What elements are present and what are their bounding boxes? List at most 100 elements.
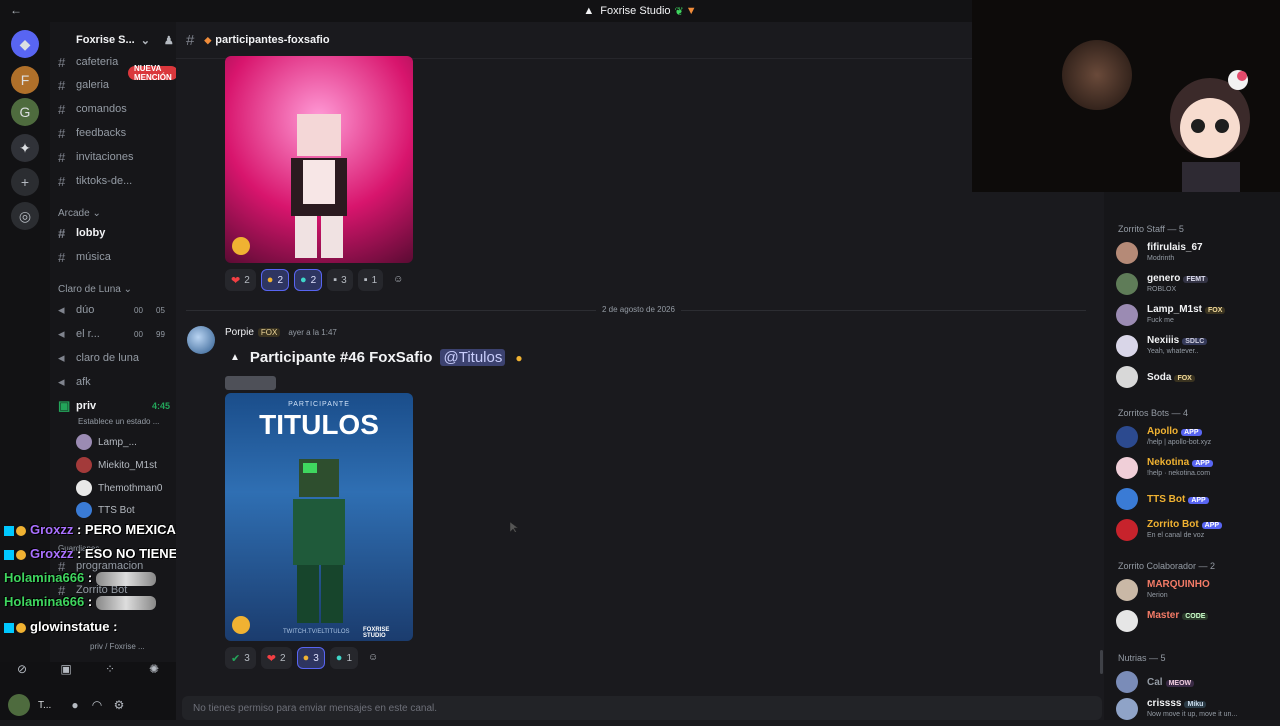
channel-tiktoks[interactable]: # tiktoks-de... — [58, 171, 176, 191]
voice-channel-duo[interactable]: ◂ dúo 00 05 — [58, 300, 176, 320]
member-item[interactable]: Zorrito Bot APP En el canal de voz — [1116, 517, 1280, 547]
chat-user: glowinstatue — [30, 619, 110, 634]
chat-line: Holamina666 : — [4, 594, 156, 610]
server-avatar-green[interactable]: G — [11, 98, 39, 126]
voice-limit: 05 — [156, 305, 165, 315]
user-panel: ⊘ ▣ ⁘ ✺ T... ● ◠ ⚙ — [0, 662, 176, 720]
member-group-title: Zorrito Colaborador — 2 — [1118, 561, 1216, 571]
screen-share-icon[interactable]: ▣ — [55, 660, 77, 678]
spoiler-block[interactable] — [225, 376, 276, 390]
reaction[interactable]: ✔ 3 — [225, 647, 256, 669]
member-tag: APP — [1192, 460, 1213, 467]
badge-icon — [4, 525, 14, 536]
back-arrow-icon[interactable]: ← — [10, 3, 22, 17]
home-icon[interactable]: ◆ — [11, 30, 39, 58]
reaction[interactable]: ▪ 3 — [327, 269, 353, 291]
hash-icon: # — [58, 173, 66, 189]
reaction[interactable]: ● 1 — [329, 647, 358, 669]
author-name[interactable]: Porpie — [225, 327, 254, 338]
reaction[interactable]: ▪ 1 — [357, 269, 384, 291]
member-item[interactable]: Master CODE — [1116, 608, 1280, 638]
member-item[interactable]: fifirulais_67 Modrinth — [1116, 240, 1280, 270]
reaction[interactable]: ● 2 — [260, 269, 289, 291]
avatar — [1116, 671, 1138, 693]
minecraft-character-render — [232, 459, 345, 634]
member-item[interactable]: crissss Miku Now move it up, move it un... — [1116, 696, 1280, 726]
gear-icon[interactable]: ⚙ — [108, 696, 130, 714]
server-avatar-fox[interactable]: F — [11, 66, 39, 94]
activities-icon[interactable]: ⁘ — [99, 660, 121, 678]
rainbow-icon: ● — [302, 652, 310, 664]
channel-comandos[interactable]: # comandos — [58, 99, 176, 119]
channel-invitaciones[interactable]: # invitaciones — [58, 147, 176, 167]
member-item[interactable]: genero FEMT ROBLOX — [1116, 271, 1280, 301]
hash-icon: # — [58, 77, 66, 93]
avatar[interactable] — [187, 326, 215, 354]
role-mention[interactable]: @Titulos — [440, 349, 506, 366]
member-item[interactable]: Nekotina APP !help · nekotina.com — [1116, 455, 1280, 485]
member-name: Lamp_M1st — [1147, 304, 1203, 315]
add-reaction-icon[interactable]: ☺ — [388, 269, 408, 289]
chat-user: Groxzz — [30, 522, 74, 537]
scrollbar[interactable] — [1100, 650, 1103, 674]
avatar — [76, 457, 92, 473]
channel-galeria[interactable]: # galeria — [58, 75, 176, 95]
voice-user[interactable]: TTS Bot — [76, 502, 135, 518]
attachment-image[interactable]: PARTICIPANTE TITULOS TWITCH.TV/ELTITULOS… — [225, 393, 413, 641]
member-item[interactable]: Lamp_M1st FOX Fuck me — [1116, 302, 1280, 332]
add-member-icon[interactable]: ♟ — [164, 34, 174, 47]
member-item[interactable]: Cal MEOW — [1116, 669, 1280, 699]
chat-line: Groxzz : PERO MEXICAN — [4, 522, 185, 537]
member-item[interactable]: MARQUINHO Nerion — [1116, 577, 1280, 607]
headphones-icon[interactable]: ◠ — [86, 696, 108, 714]
member-status: /help | apollo-bot.xyz — [1147, 439, 1212, 446]
soundboard-icon[interactable]: ✺ — [143, 660, 165, 678]
channel-header: # ◆ participantes-foxsafio — [176, 22, 1104, 59]
reaction[interactable]: ● 2 — [294, 269, 323, 291]
member-status: !help · nekotina.com — [1147, 470, 1211, 477]
member-item[interactable]: Nexiiis SDLC Yeah, whatever.. — [1116, 333, 1280, 363]
add-reaction-icon[interactable]: ☺ — [363, 647, 383, 667]
voice-channel-afk[interactable]: ◂ afk — [58, 372, 176, 392]
channel-musica[interactable]: # música — [58, 247, 176, 267]
avatar[interactable] — [8, 694, 30, 716]
member-item[interactable]: Apollo APP/help | apollo-bot.xyz — [1116, 424, 1280, 454]
chat-text: : — [113, 619, 118, 634]
voice-user[interactable]: Miekito_M1st — [76, 457, 157, 473]
badge-icon — [4, 549, 14, 560]
reaction-count: 2 — [277, 274, 283, 286]
category-arcade[interactable]: Arcade ⌄ — [58, 208, 101, 219]
member-item[interactable]: TTS Bot APP — [1116, 486, 1280, 516]
camera-off-icon[interactable]: ⊘ — [11, 660, 33, 678]
reaction[interactable]: ❤ 2 — [225, 269, 256, 291]
member-item[interactable]: Soda FOX — [1116, 364, 1280, 394]
username-short[interactable]: T... — [38, 700, 64, 711]
server-avatar-active[interactable]: ✦ — [11, 134, 39, 162]
voice-channel-claro[interactable]: ◂ claro de luna — [58, 348, 176, 368]
mouse-cursor-icon — [510, 522, 519, 532]
badge-icon — [16, 525, 26, 536]
diamond-icon: ◆ — [204, 34, 212, 45]
voice-user[interactable]: Themothman0 — [76, 480, 162, 496]
avatar — [76, 480, 92, 496]
channel-feedbacks[interactable]: # feedbacks — [58, 123, 176, 143]
discover-icon[interactable]: ◎ — [11, 202, 39, 230]
attachment-image[interactable] — [225, 56, 413, 263]
date-divider-label: 2 de agosto de 2026 — [596, 305, 681, 314]
sticker-icon: ▪ — [333, 274, 338, 286]
chat-user: Holamina666 — [4, 594, 85, 609]
category-claro-de-luna[interactable]: Claro de Luna ⌄ — [58, 284, 132, 295]
channel-label: dúo — [76, 304, 95, 316]
voice-user[interactable]: Lamp_... — [76, 434, 137, 450]
voice-channel-elr[interactable]: ◂ el r... 00 99 — [58, 324, 176, 344]
channel-cafeteria[interactable]: # cafeteria — [58, 52, 176, 72]
member-group-title: Zorritos Bots — 4 — [1118, 408, 1189, 418]
fox-icon: ▼ — [685, 5, 697, 17]
add-server-icon[interactable]: + — [11, 168, 39, 196]
channel-label: tiktoks-de... — [76, 175, 133, 187]
reaction[interactable]: ❤ 2 — [260, 647, 292, 669]
reaction[interactable]: ● 3 — [296, 647, 325, 669]
microphone-icon[interactable]: ● — [64, 696, 86, 714]
avatar — [1116, 457, 1138, 479]
channel-lobby[interactable]: # lobby — [58, 223, 176, 243]
